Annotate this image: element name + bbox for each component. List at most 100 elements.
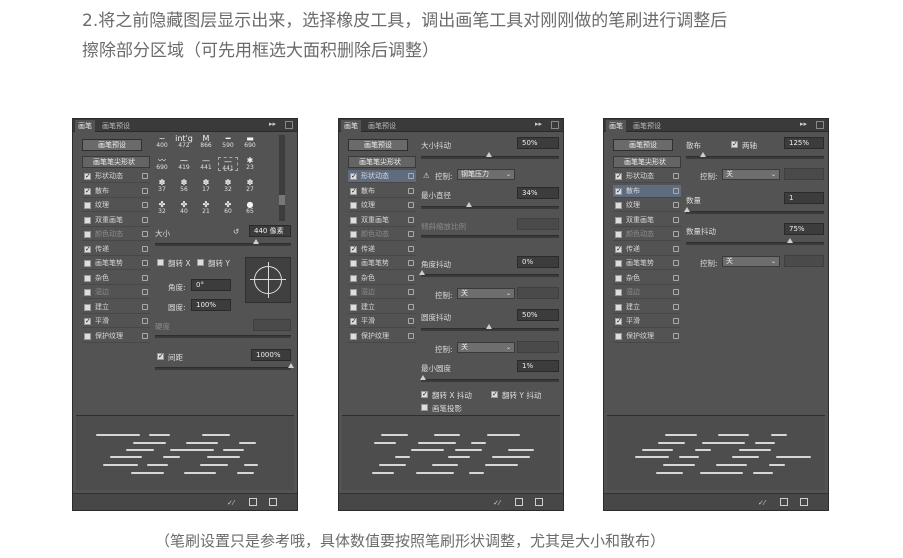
option-checkbox[interactable]: ✓ <box>615 173 622 180</box>
collapse-icon[interactable]: ▸▸ <box>269 120 276 128</box>
lock-icon[interactable] <box>408 231 414 237</box>
scatter-slider[interactable] <box>686 156 824 159</box>
roundness-control-dropdown[interactable]: 关 ⌄ <box>457 342 515 353</box>
brush-option-item[interactable]: ✓ 传递 <box>348 243 416 256</box>
size-jitter-thumb[interactable] <box>486 152 492 157</box>
scrollbar-knob[interactable] <box>279 195 285 205</box>
option-checkbox[interactable] <box>615 202 622 209</box>
min-roundness-thumb[interactable] <box>420 375 426 380</box>
lock-icon[interactable] <box>673 289 679 295</box>
lock-icon[interactable] <box>142 260 148 266</box>
brush-option-item[interactable]: ✓ 平滑 <box>348 315 416 328</box>
new-brush-icon[interactable] <box>800 498 808 506</box>
brush-tip-shape-item[interactable]: 画笔笔尖形状 <box>613 156 681 168</box>
roundness-jitter-input[interactable]: 50% <box>517 309 559 321</box>
brush-option-item[interactable]: 画笔笔势 <box>613 257 681 270</box>
brush-presets-button[interactable]: 画笔预设 <box>82 139 142 151</box>
size-control-dropdown[interactable]: 钢笔压力 ⌄ <box>457 169 515 180</box>
brush-tip-selected[interactable]: —441 <box>218 157 238 172</box>
brush-option-item[interactable]: 纹理 <box>348 199 416 212</box>
brush-grid-scrollbar[interactable] <box>279 135 285 221</box>
brush-tip-shape-item[interactable]: 画笔笔尖形状 <box>348 156 416 168</box>
spacing-slider[interactable] <box>155 367 291 370</box>
brush-tip[interactable]: ● 65 <box>240 201 260 216</box>
brush-tip[interactable]: ✽ 37 <box>152 179 172 194</box>
brush-tip[interactable]: ✽ 56 <box>174 179 194 194</box>
size-slider[interactable] <box>155 243 291 246</box>
lock-icon[interactable] <box>673 202 679 208</box>
lock-icon[interactable] <box>142 231 148 237</box>
count-slider[interactable] <box>686 211 824 214</box>
spacing-input[interactable]: 1000% <box>251 349 291 361</box>
lock-icon[interactable] <box>142 245 148 252</box>
lock-icon[interactable] <box>408 216 414 223</box>
lock-icon[interactable] <box>673 216 679 223</box>
angle-jitter-thumb[interactable] <box>419 270 425 275</box>
brush-option-item[interactable]: 双重画笔 <box>348 214 416 227</box>
brush-tip[interactable]: ✽ 32 <box>218 179 238 194</box>
brush-option-item[interactable]: 湿边 <box>613 286 681 299</box>
option-checkbox[interactable] <box>350 289 357 296</box>
min-roundness-input[interactable]: 1% <box>517 360 559 372</box>
option-checkbox[interactable] <box>615 274 622 282</box>
option-checkbox[interactable]: ✓ <box>350 318 357 325</box>
lock-icon[interactable] <box>142 216 148 223</box>
brush-option-item[interactable]: 湿边 <box>82 286 150 299</box>
lock-icon[interactable] <box>673 245 679 252</box>
brush-option-item[interactable]: ✓ 形状动态 <box>348 170 416 183</box>
flip-y-checkbox[interactable] <box>197 259 204 266</box>
option-checkbox[interactable] <box>84 274 91 282</box>
option-checkbox[interactable] <box>615 332 622 340</box>
lock-icon[interactable] <box>142 332 148 339</box>
brush-option-item[interactable]: 颜色动态 <box>348 228 416 241</box>
brush-tip[interactable]: ⁓ 419 <box>174 157 194 172</box>
scatter-control-dropdown[interactable]: 关 ⌄ <box>722 169 780 180</box>
option-checkbox[interactable] <box>615 303 622 311</box>
lock-icon[interactable] <box>142 318 148 324</box>
toggle-preview-icon[interactable]: ✓⁄ <box>493 499 500 507</box>
lock-icon[interactable] <box>408 202 414 208</box>
lock-icon[interactable] <box>408 289 414 295</box>
option-checkbox[interactable] <box>615 260 622 267</box>
brush-option-item[interactable]: ✓ 散布 <box>613 184 681 198</box>
brush-presets-button[interactable]: 画笔预设 <box>613 139 673 151</box>
brush-tip-grid[interactable]: ~400 int'g 472 M 866 ━ 590 ▬ 690 〰 690 ⁓ 419 —… <box>152 135 270 221</box>
option-checkbox[interactable]: ✓ <box>84 173 91 180</box>
lock-icon[interactable] <box>408 173 414 179</box>
brush-option-item[interactable]: ✓ 散布 <box>348 185 416 198</box>
option-checkbox[interactable] <box>84 289 91 296</box>
brush-tip[interactable]: ✤ 60 <box>218 201 238 216</box>
tab-brush[interactable]: 画笔 <box>341 120 361 132</box>
brush-option-item[interactable]: 纹理 <box>82 199 150 212</box>
lock-icon[interactable] <box>673 231 679 237</box>
panel-menu-icon[interactable] <box>816 121 824 129</box>
brush-tip[interactable]: ✽ 17 <box>196 179 216 194</box>
size-slider-thumb[interactable] <box>253 239 259 244</box>
brush-option-item[interactable]: 保护纹理 <box>613 330 681 343</box>
lock-icon[interactable] <box>142 187 148 194</box>
grid-icon[interactable] <box>515 498 523 506</box>
min-diameter-input[interactable]: 34% <box>517 187 559 199</box>
option-checkbox[interactable] <box>615 216 622 224</box>
option-checkbox[interactable]: ✓ <box>84 187 91 195</box>
scatter-input[interactable]: 125% <box>784 137 824 149</box>
tab-brush[interactable]: 画笔 <box>606 120 626 132</box>
lock-icon[interactable] <box>408 260 414 266</box>
angle-jitter-slider[interactable] <box>421 274 559 277</box>
brush-tip[interactable]: M 866 <box>196 135 216 150</box>
brush-option-item[interactable]: ✓ 散布 <box>82 185 150 198</box>
brush-tip[interactable]: ✱ 23 <box>240 157 260 172</box>
brush-option-item[interactable]: 湿边 <box>348 286 416 299</box>
lock-icon[interactable] <box>408 274 414 281</box>
brush-tip[interactable]: —441 <box>196 157 216 172</box>
min-diameter-thumb[interactable] <box>466 202 472 207</box>
toggle-preview-icon[interactable]: ✓⁄ <box>227 499 234 507</box>
both-axes-checkbox[interactable]: ✓ <box>731 141 738 148</box>
tab-brush-presets[interactable]: 画笔预设 <box>99 120 133 132</box>
flip-y-jitter-checkbox[interactable]: ✓ <box>491 391 498 398</box>
hardness-slider[interactable] <box>155 335 291 338</box>
option-checkbox[interactable]: ✓ <box>615 187 622 195</box>
lock-icon[interactable] <box>408 245 414 252</box>
lock-icon[interactable] <box>142 173 148 179</box>
tilt-scale-slider[interactable] <box>421 235 559 238</box>
